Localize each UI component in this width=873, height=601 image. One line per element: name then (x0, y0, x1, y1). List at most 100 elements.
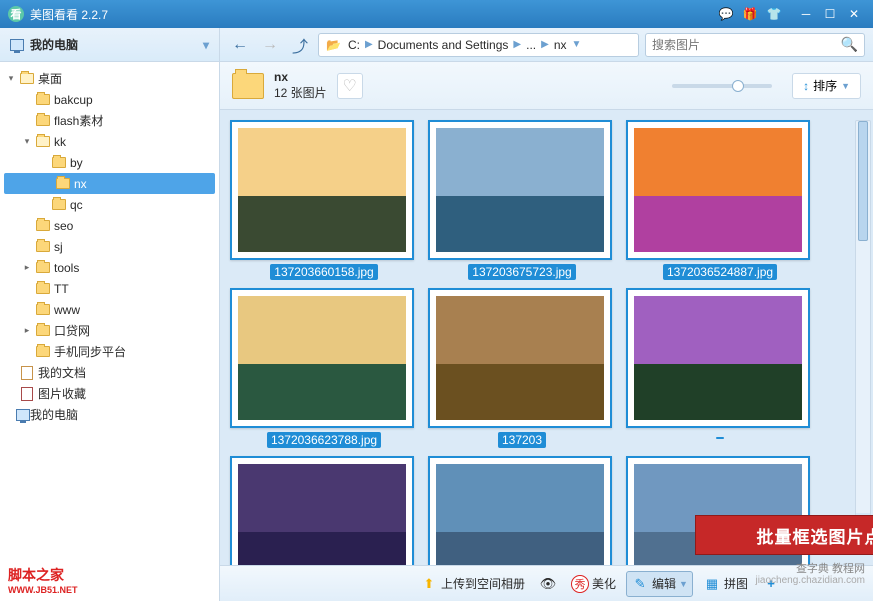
tree-label: www (54, 303, 80, 317)
tree-toggle-icon[interactable]: ▸ (22, 325, 32, 336)
tree-label: TT (54, 282, 69, 296)
tree-label: bakcup (54, 93, 93, 107)
tree-node-kk[interactable]: ▾ kk (0, 131, 219, 152)
puzzle-label: 拼图 (724, 575, 748, 592)
footer-brand: 脚本之家 WWW.JB51.NET (0, 561, 219, 601)
tree-node-桌面[interactable]: ▾桌面 (0, 68, 219, 89)
tree-node-nx[interactable]: nx (4, 173, 215, 194)
folder-info: nx 12 张图片 (274, 70, 327, 101)
weibo-icon: 👁 (539, 575, 557, 593)
tree-node-图片收藏[interactable]: 图片收藏 (0, 383, 219, 404)
upload-button[interactable]: ⬆ 上传到空间相册 (416, 572, 529, 596)
minimize-button[interactable]: ─ (795, 5, 817, 23)
tree-toggle-icon[interactable]: ▸ (22, 262, 32, 273)
tree-node-qc[interactable]: qc (0, 194, 219, 215)
puzzle-button[interactable]: ▦ 拼图 (699, 572, 752, 596)
thumb-item[interactable] (626, 288, 814, 448)
main: 我的电脑 ▾ ▾桌面bakcupflash素材▾kkbynxqcseosj▸to… (0, 28, 873, 601)
edit-button[interactable]: ✎ 编辑 ▼ (626, 571, 693, 597)
thumb-image (436, 128, 604, 252)
crumb-0[interactable]: Documents and Settings (374, 38, 513, 52)
tree-node-TT[interactable]: TT (0, 278, 219, 299)
thumb-frame (428, 120, 612, 260)
gift-icon[interactable]: 🎁 (739, 5, 761, 23)
thumb-frame (230, 120, 414, 260)
thumb-size-slider[interactable] (672, 84, 772, 88)
thumb-item[interactable]: 137203675723.jpg (428, 120, 616, 280)
skin-icon[interactable]: 👕 (763, 5, 785, 23)
back-button[interactable]: ← (228, 33, 252, 57)
thumb-image (436, 464, 604, 565)
close-button[interactable]: ✕ (843, 5, 865, 23)
titlebar: 看 美图看看 2.2.7 💬 🎁 👕 ─ ☐ ✕ (0, 0, 873, 28)
tree-label: tools (54, 261, 79, 275)
thumb-item[interactable]: 137203660158.jpg (230, 120, 418, 280)
tree-node-我的文档[interactable]: 我的文档 (0, 362, 219, 383)
tree-toggle-icon[interactable]: ▾ (6, 73, 16, 84)
tree-node-www[interactable]: www (0, 299, 219, 320)
folder-icon (36, 115, 50, 126)
app-title: 美图看看 2.2.7 (30, 6, 108, 23)
scrollbar[interactable]: ▼ (855, 120, 871, 530)
msg-icon[interactable]: 💬 (715, 5, 737, 23)
edit-label: 编辑 (652, 575, 676, 592)
favorites-icon (21, 387, 33, 401)
search-icon[interactable]: 🔍 (841, 36, 858, 53)
thumb-frame (428, 288, 612, 428)
tree-node-bakcup[interactable]: bakcup (0, 89, 219, 110)
crumb-drive[interactable]: C: (344, 38, 364, 52)
thumb-item[interactable]: 137203 (428, 288, 616, 448)
weibo-button[interactable]: 👁 (535, 572, 561, 596)
thumb-frame (626, 288, 810, 428)
sidebar-menu-icon[interactable]: ▾ (203, 38, 209, 52)
crumb-1[interactable]: ... (522, 38, 540, 52)
tree-toggle-icon[interactable]: ▾ (22, 136, 32, 147)
thumb-frame (428, 456, 612, 565)
tree-node-tools[interactable]: ▸ tools (0, 257, 219, 278)
folder-name: nx (274, 70, 327, 86)
maximize-button[interactable]: ☐ (819, 5, 841, 23)
thumb-frame (230, 288, 414, 428)
thumb-item[interactable]: 1372036524887.jpg (626, 120, 814, 280)
forward-button[interactable]: → (258, 33, 282, 57)
sort-button[interactable]: ↕ 排序 ▼ (792, 73, 861, 99)
tree-node-by[interactable]: by (0, 152, 219, 173)
breadcrumb[interactable]: 📂 C: ▶ Documents and Settings ▶ ... ▶ nx… (318, 33, 639, 57)
monitor-icon (16, 409, 30, 421)
thumb-label (716, 437, 724, 439)
folder-icon (56, 178, 70, 189)
tree-node-seo[interactable]: seo (0, 215, 219, 236)
tree-label: sj (54, 240, 63, 254)
scroll-thumb[interactable] (858, 121, 868, 241)
crumb-2[interactable]: nx (550, 38, 571, 52)
thumb-item[interactable]: 1372036623788.jpg (230, 288, 418, 448)
folder-icon (36, 220, 50, 231)
search-input[interactable] (652, 38, 841, 52)
folder-icon (36, 262, 50, 273)
tree-node-口贷网[interactable]: ▸口贷网 (0, 320, 219, 341)
thumb-label: 137203675723.jpg (468, 264, 575, 280)
thumb-label: 1372036623788.jpg (267, 432, 381, 448)
favorite-button[interactable]: ♡ (337, 73, 363, 99)
sort-label: 排序 (813, 77, 837, 94)
thumb-item[interactable] (428, 456, 616, 565)
monitor-icon (10, 39, 24, 51)
search-box[interactable]: 🔍 (645, 33, 865, 57)
tree-node-手机同步平台[interactable]: 手机同步平台 (0, 341, 219, 362)
tree-node-sj[interactable]: sj (0, 236, 219, 257)
thumb-item[interactable] (230, 456, 418, 565)
tree-node-flash素材[interactable]: flash素材 (0, 110, 219, 131)
beautify-icon: 秀 (571, 575, 589, 593)
tree-label: qc (70, 198, 83, 212)
thumb-image (634, 296, 802, 420)
tree-node-我的电脑[interactable]: 我的电脑 (0, 404, 219, 425)
folder-icon (36, 283, 50, 294)
thumb-label: 1372036524887.jpg (663, 264, 777, 280)
up-button[interactable]: ⤴ (288, 33, 312, 57)
thumb-frame (626, 120, 810, 260)
tree-label: kk (54, 135, 66, 149)
document-icon (21, 366, 33, 380)
beautify-button[interactable]: 秀 美化 (567, 572, 620, 596)
folder-icon (52, 199, 66, 210)
thumb-image (436, 296, 604, 420)
